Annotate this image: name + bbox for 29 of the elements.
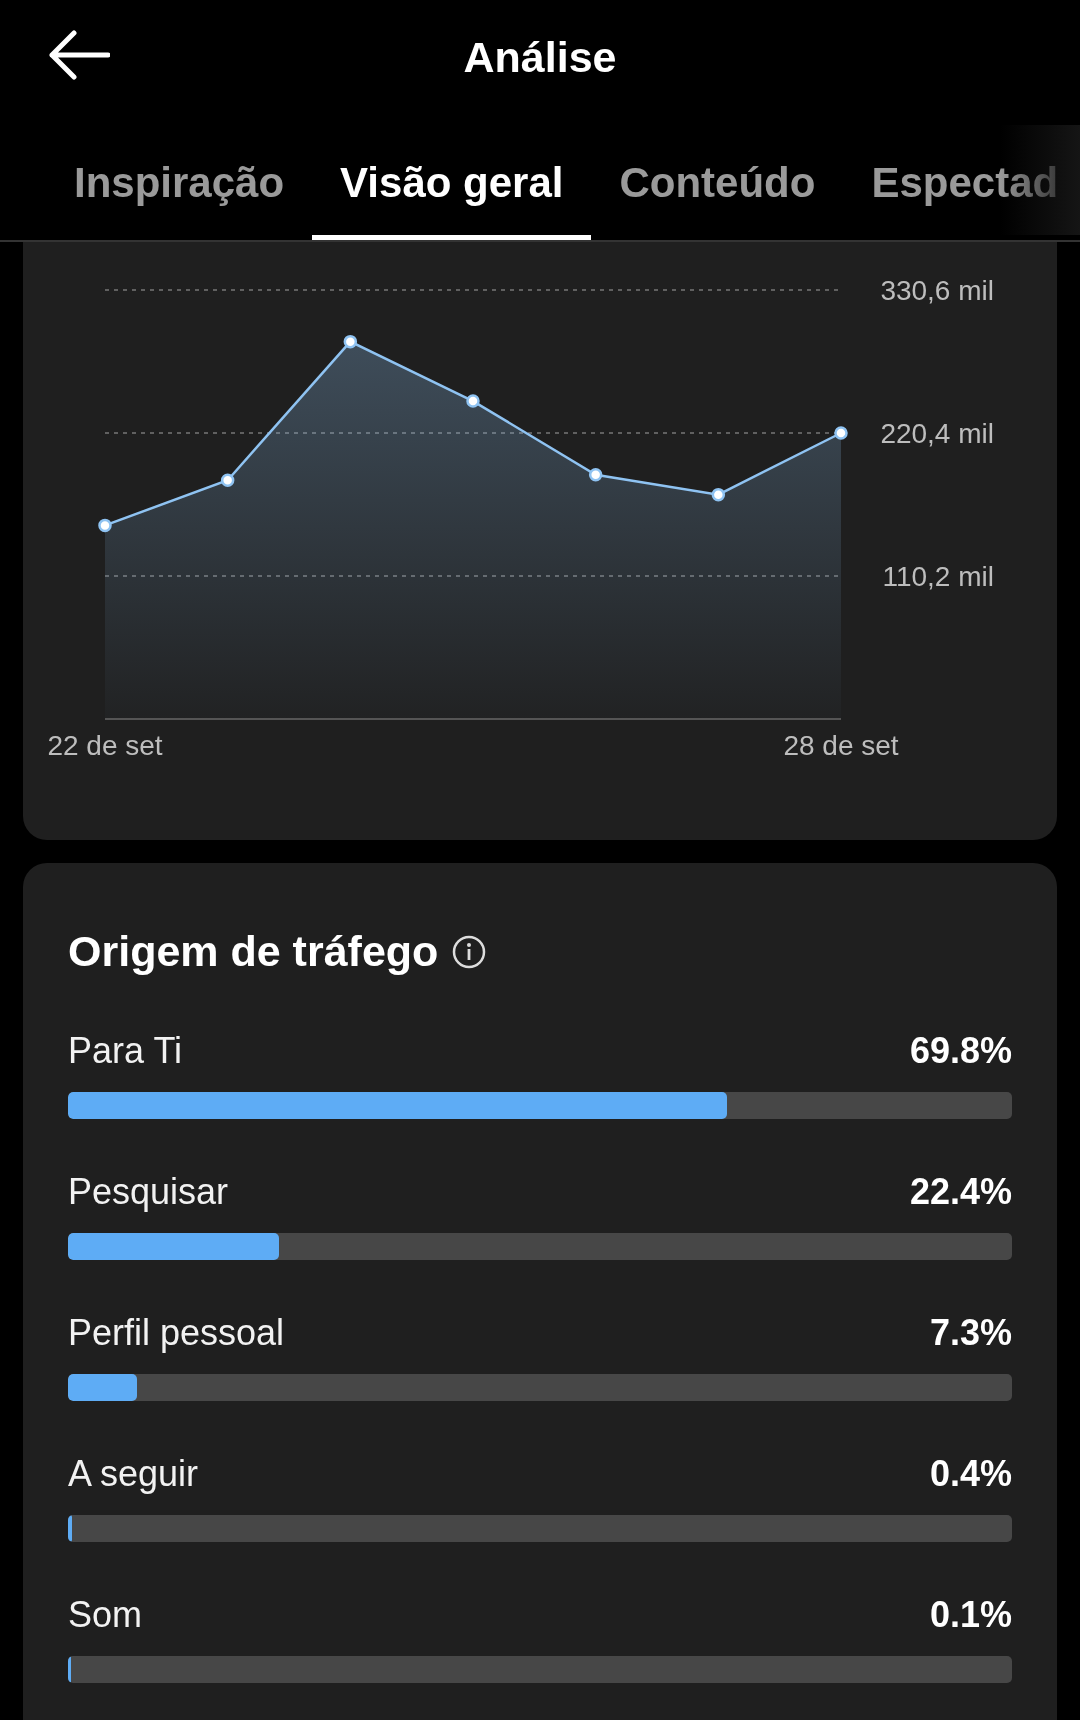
source-name: Para Ti xyxy=(68,1030,183,1072)
tab[interactable]: Inspiração xyxy=(46,159,313,240)
source-percent: 0.1% xyxy=(929,1594,1012,1636)
data-point xyxy=(834,426,848,440)
axis-label: 220,4 mil xyxy=(880,418,994,449)
section-title: Origem de tráfego xyxy=(68,927,439,976)
source-percent: 0.4% xyxy=(929,1453,1012,1495)
tab[interactable]: Espectad xyxy=(843,159,1080,240)
axis-label: 110,2 mil xyxy=(882,561,994,592)
axis-label: 330,6 mil xyxy=(880,275,994,306)
back-icon[interactable] xyxy=(48,30,110,80)
source-name: Pesquisar xyxy=(68,1171,229,1213)
data-point xyxy=(98,518,112,533)
source-name: Perfil pessoal xyxy=(68,1312,285,1354)
data-point xyxy=(711,487,726,502)
data-point xyxy=(466,394,480,408)
source-percent: 22.4% xyxy=(909,1171,1012,1213)
tab[interactable]: Conteúdo xyxy=(591,159,844,240)
source-percent: 69.8% xyxy=(909,1030,1012,1072)
source-name: Som xyxy=(68,1594,143,1636)
data-point xyxy=(220,473,235,487)
data-point xyxy=(343,334,358,349)
source-name: A seguir xyxy=(68,1453,199,1495)
data-point xyxy=(588,468,603,482)
axis-label: 28 de set xyxy=(783,730,899,761)
page-title: Análise xyxy=(463,33,617,82)
source-percent: 7.3% xyxy=(929,1312,1012,1354)
axis-label: 22 de set xyxy=(47,730,163,761)
info-icon[interactable] xyxy=(452,934,487,969)
